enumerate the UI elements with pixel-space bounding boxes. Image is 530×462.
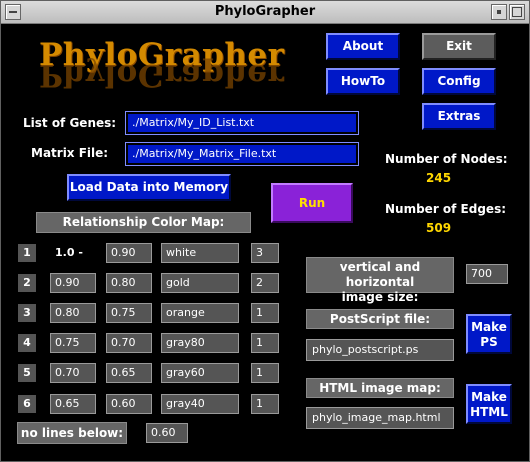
color-input[interactable]: gray80	[161, 333, 239, 353]
lower-value-input[interactable]: 0.90	[106, 243, 152, 263]
upper-value: 0.65	[50, 394, 96, 414]
make-html-button[interactable]: Make HTML	[466, 384, 512, 424]
width-input[interactable]: 1	[251, 333, 279, 353]
row-index: 6	[18, 395, 36, 413]
color-input[interactable]: orange	[161, 303, 239, 323]
html-map-file-input[interactable]: phylo_image_map.html	[306, 407, 454, 429]
no-lines-label: no lines below:	[17, 422, 127, 444]
upper-value: 0.80	[50, 303, 96, 323]
lower-value-input[interactable]: 0.65	[106, 363, 152, 383]
width-input[interactable]: 1	[251, 363, 279, 383]
run-button[interactable]: Run	[271, 183, 353, 223]
color-input[interactable]: gray40	[161, 394, 239, 414]
load-data-button[interactable]: Load Data into Memory	[67, 174, 231, 201]
row-index: 1	[18, 244, 36, 262]
image-size-label-line1: vertical and horizontal	[339, 260, 421, 289]
width-input[interactable]: 3	[251, 243, 279, 263]
postscript-label: PostScript file:	[306, 309, 454, 329]
image-size-input[interactable]: 700	[466, 264, 508, 284]
title-bar: PhyloGrapher	[1, 1, 529, 24]
matrix-input[interactable]: ./Matrix/My_Matrix_File.txt	[125, 142, 359, 166]
minimize-button[interactable]	[491, 4, 507, 20]
make-ps-button[interactable]: Make PS	[466, 314, 512, 354]
image-size-label-line2: image size:	[341, 290, 419, 304]
lower-value-input[interactable]: 0.70	[106, 333, 152, 353]
upper-value: 0.70	[50, 363, 96, 383]
width-input[interactable]: 2	[251, 273, 279, 293]
upper-value: 0.90	[50, 273, 96, 293]
upper-value: 0.75	[50, 333, 96, 353]
exit-button[interactable]: Exit	[422, 33, 496, 60]
image-size-label: vertical and horizontal image size:	[306, 257, 454, 304]
lower-value-input[interactable]: 0.60	[106, 394, 152, 414]
color-input[interactable]: white	[161, 243, 239, 263]
edges-value: 509	[426, 221, 452, 235]
color-map-title: Relationship Color Map:	[36, 212, 251, 233]
row-index: 4	[18, 334, 36, 352]
nodes-label: Number of Nodes:	[385, 152, 508, 166]
lower-value-input[interactable]: 0.75	[106, 303, 152, 323]
edges-label: Number of Edges:	[385, 202, 507, 216]
color-input[interactable]: gray60	[161, 363, 239, 383]
lower-value-input[interactable]: 0.80	[106, 273, 152, 293]
window-title: PhyloGrapher	[214, 4, 316, 19]
main-window: PhyloGrapher PhyloGrapher PhyloGrapher A…	[0, 0, 530, 462]
upper-value: 1.0 -	[50, 243, 96, 263]
about-button[interactable]: About	[326, 33, 400, 60]
width-input[interactable]: 1	[251, 394, 279, 414]
nodes-value: 245	[426, 171, 452, 185]
color-input[interactable]: gold	[161, 273, 239, 293]
genes-input[interactable]: ./Matrix/My_ID_List.txt	[125, 111, 359, 135]
html-map-label: HTML image map:	[306, 378, 454, 398]
row-index: 3	[18, 304, 36, 322]
row-index: 5	[18, 364, 36, 382]
matrix-label: Matrix File:	[31, 146, 109, 160]
genes-label: List of Genes:	[23, 116, 117, 130]
width-input[interactable]: 1	[251, 303, 279, 323]
extras-button[interactable]: Extras	[422, 103, 496, 130]
postscript-file-input[interactable]: phylo_postscript.ps	[306, 339, 454, 361]
howto-button[interactable]: HowTo	[326, 68, 400, 95]
no-lines-input[interactable]: 0.60	[146, 423, 188, 443]
maximize-button[interactable]	[509, 4, 525, 20]
config-button[interactable]: Config	[422, 68, 496, 95]
app-logo-reflection: PhyloGrapher	[39, 57, 285, 93]
row-index: 2	[18, 274, 36, 292]
